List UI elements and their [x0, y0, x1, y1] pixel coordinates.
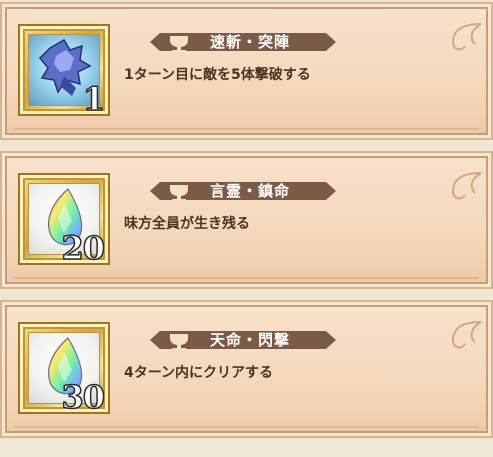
mission-description: 1ターン目に敵を5体撃破する — [124, 67, 311, 83]
ornament-icon — [451, 172, 482, 200]
reward-count: 30 — [61, 377, 106, 417]
reward-count: 1 — [82, 79, 106, 119]
mission-panel: 30 天命・閃撃 4ターン内にクリアする — [0, 300, 493, 438]
mission-title-banner: 言霊・鎮命 — [150, 178, 336, 204]
ornament-icon — [451, 321, 482, 349]
mission-title: 言霊・鎮命 — [210, 182, 291, 200]
mission-title-banner: 速斬・突陣 — [150, 29, 336, 55]
ornament-icon — [451, 23, 482, 51]
reward-icon-frame: 1 — [18, 24, 110, 119]
mission-title-banner: 天命・閃撃 — [150, 327, 336, 353]
mission-panel: 1 速斬・突陣 1ターン目に敵を5体撃破する — [0, 2, 493, 140]
mission-panel: 20 言霊・鎮命 味方全員が生き残る — [0, 151, 493, 289]
mission-title: 天命・閃撃 — [210, 331, 291, 349]
reward-count: 20 — [61, 228, 106, 268]
reward-icon-frame: 30 — [18, 322, 110, 417]
mission-description: 4ターン内にクリアする — [124, 365, 274, 381]
mission-description: 味方全員が生き残る — [124, 216, 250, 232]
mission-title: 速斬・突陣 — [210, 33, 291, 51]
reward-icon-frame: 20 — [18, 173, 110, 268]
